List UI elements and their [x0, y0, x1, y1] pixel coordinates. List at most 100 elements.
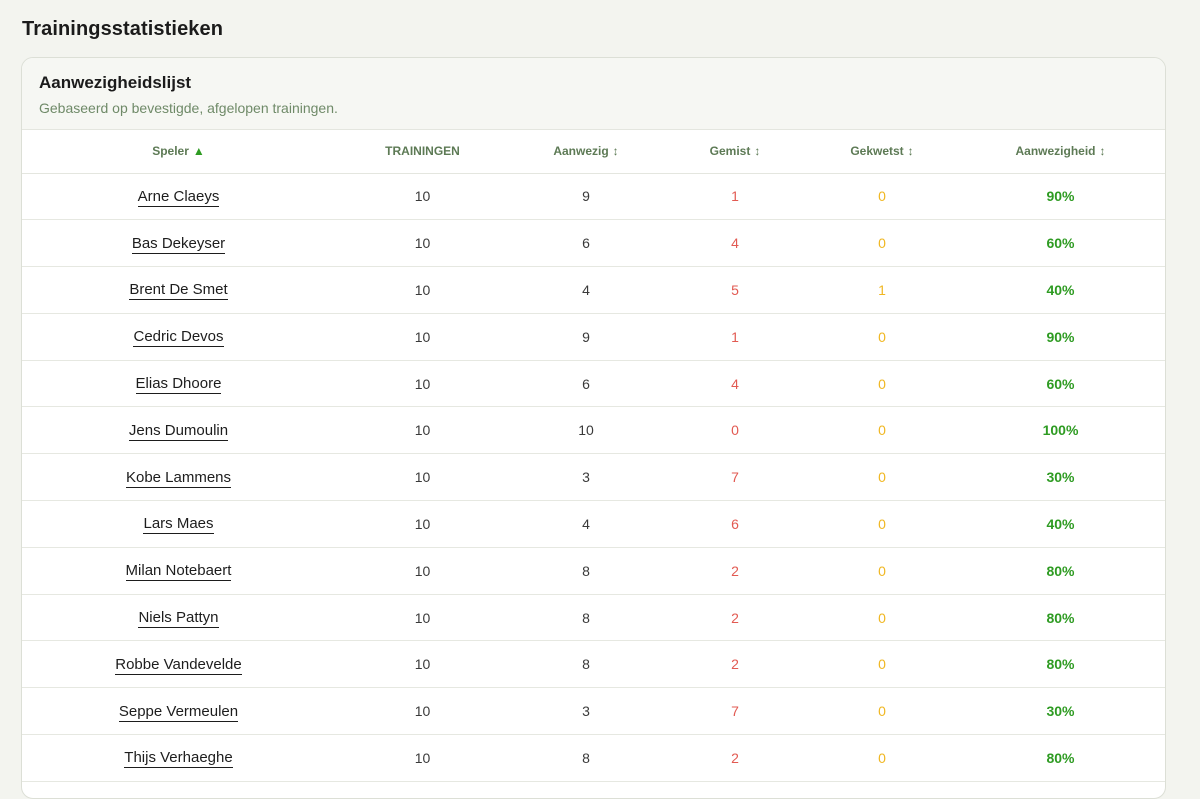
present-count: 4 [582, 515, 590, 532]
table-cell: 0 [808, 687, 956, 736]
player-name-link[interactable]: Niels Pattyn [138, 609, 219, 629]
player-name-link[interactable]: Thijs Verhaeghe [124, 749, 233, 769]
table-cell: 6 [510, 360, 662, 408]
table-cell: 4 [662, 360, 808, 408]
trainings-count: 10 [414, 749, 431, 766]
column-header-missed[interactable]: Gemist ↕ [662, 130, 808, 174]
trainings-count: 10 [414, 562, 431, 579]
sort-icon: ↕ [754, 144, 761, 159]
table-cell: 10 [335, 360, 510, 408]
table-cell: 8 [510, 594, 662, 642]
table-cell: 0 [662, 406, 808, 455]
column-header-attendance[interactable]: Aanwezigheid ↕ [956, 130, 1165, 174]
table-cell: 3 [510, 687, 662, 736]
injured-count: 0 [878, 469, 886, 486]
player-name-link[interactable]: Milan Notebaert [125, 562, 232, 582]
table-cell: Jens Dumoulin [22, 406, 335, 455]
table-cell: 10 [510, 406, 662, 455]
present-count: 8 [582, 749, 590, 766]
table-cell: 0 [808, 594, 956, 642]
injured-count: 1 [878, 281, 886, 298]
table-cell: 1 [662, 173, 808, 221]
player-name-link[interactable]: Robbe Vandevelde [115, 655, 242, 675]
table-cell: 5 [662, 266, 808, 314]
attendance-card: Aanwezigheidslijst Gebaseerd op bevestig… [21, 57, 1166, 799]
present-count: 6 [582, 235, 590, 252]
table-cell: 10 [335, 547, 510, 595]
table-cell: 9 [510, 313, 662, 361]
table-cell: 0 [808, 500, 956, 548]
table-cell: 1 [662, 313, 808, 361]
player-name-link[interactable]: Bas Dekeyser [131, 234, 226, 254]
attendance-table: Speler ▲ TRAININGEN Aanwezig ↕ Gemist ↕ Gek… [22, 130, 1165, 782]
table-cell: 10 [335, 687, 510, 736]
attendance-percentage: 90% [1046, 328, 1075, 345]
table-cell: 30% [956, 453, 1165, 502]
missed-count: 2 [731, 749, 739, 766]
table-cell: 80% [956, 594, 1165, 642]
table-cell: 2 [662, 734, 808, 782]
table-row: Cedric Devos 10 9 1 0 90% [22, 313, 1165, 361]
table-cell: 0 [808, 360, 956, 408]
player-name-link[interactable]: Lars Maes [143, 515, 214, 535]
present-count: 10 [578, 422, 594, 439]
table-cell: 60% [956, 219, 1165, 268]
attendance-percentage: 40% [1046, 281, 1075, 298]
missed-count: 6 [731, 515, 739, 532]
attendance-percentage: 30% [1046, 703, 1075, 720]
present-count: 9 [582, 188, 590, 205]
table-row: Milan Notebaert 10 8 2 0 80% [22, 547, 1165, 595]
page-title: Trainingsstatistieken [22, 18, 224, 40]
table-cell: 2 [662, 547, 808, 595]
sort-ascending-icon: ▲ [192, 144, 205, 159]
table-cell: 40% [956, 500, 1165, 548]
table-cell: 10 [335, 406, 510, 455]
column-header-label: Speler [152, 144, 189, 159]
table-cell: 4 [510, 266, 662, 314]
table-cell: 90% [956, 173, 1165, 221]
table-cell: Arne Claeys [22, 173, 335, 221]
table-cell: 10 [335, 219, 510, 268]
table-cell: 0 [808, 219, 956, 268]
table-row: Niels Pattyn 10 8 2 0 80% [22, 594, 1165, 642]
trainings-count: 10 [414, 281, 431, 298]
missed-count: 4 [731, 375, 739, 392]
table-row: Arne Claeys 10 9 1 0 90% [22, 173, 1165, 221]
table-cell: 10 [335, 313, 510, 361]
table-row: Seppe Vermeulen 10 3 7 0 30% [22, 687, 1165, 736]
injured-count: 0 [878, 749, 886, 766]
table-cell: 10 [335, 266, 510, 314]
missed-count: 7 [731, 469, 739, 486]
column-header-player[interactable]: Speler ▲ [22, 130, 335, 174]
player-name-link[interactable]: Cedric Devos [133, 328, 224, 348]
column-header-injured[interactable]: Gekwetst ↕ [808, 130, 956, 174]
table-body: Arne Claeys 10 9 1 0 90% Bas Dekeyser 10 6 4 0 60% B… [22, 173, 1165, 782]
player-name-link[interactable]: Brent De Smet [129, 281, 228, 301]
table-cell: 100% [956, 406, 1165, 455]
table-cell: 9 [510, 173, 662, 221]
injured-count: 0 [878, 562, 886, 579]
player-name-link[interactable]: Seppe Vermeulen [118, 702, 239, 722]
player-name-link[interactable]: Elias Dhoore [135, 375, 222, 395]
missed-count: 4 [731, 235, 739, 252]
injured-count: 0 [878, 656, 886, 673]
table-cell: Milan Notebaert [22, 547, 335, 595]
column-header-present[interactable]: Aanwezig ↕ [510, 130, 662, 174]
sort-icon: ↕ [612, 144, 619, 159]
player-name-link[interactable]: Kobe Lammens [125, 468, 232, 488]
present-count: 8 [582, 562, 590, 579]
column-header-label: Aanwezigheid [1015, 144, 1096, 159]
table-cell: 10 [335, 173, 510, 221]
attendance-percentage: 60% [1046, 375, 1075, 392]
injured-count: 0 [878, 422, 886, 439]
table-cell: 0 [808, 406, 956, 455]
missed-count: 2 [731, 562, 739, 579]
trainings-count: 10 [414, 375, 431, 392]
table-cell: 10 [335, 453, 510, 502]
present-count: 3 [582, 469, 590, 486]
injured-count: 0 [878, 328, 886, 345]
player-name-link[interactable]: Arne Claeys [137, 187, 220, 207]
present-count: 8 [582, 609, 590, 626]
sort-icon: ↕ [1099, 144, 1106, 159]
player-name-link[interactable]: Jens Dumoulin [128, 421, 229, 441]
